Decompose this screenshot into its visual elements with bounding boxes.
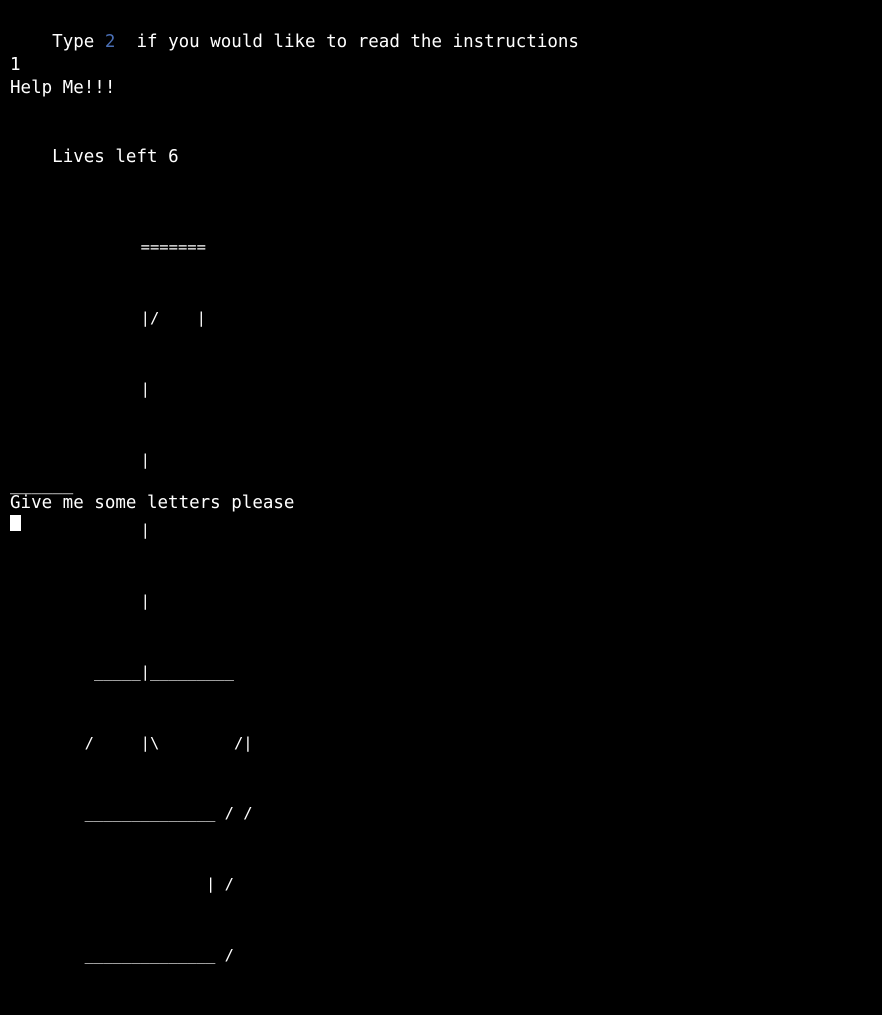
prompt-text-after: if you would like to read the instructio… (115, 32, 579, 52)
lives-left-line: Lives left 6 (10, 123, 178, 167)
art-line: | (10, 592, 150, 611)
art-line: ______________ / / (10, 804, 253, 823)
art-line: ______________ / (10, 946, 234, 964)
lives-count: 6 (168, 147, 179, 167)
art-line: | (10, 379, 150, 398)
art-line: | (10, 450, 150, 469)
user-input-echo: 1 (10, 55, 21, 75)
lives-label: Lives left (52, 147, 169, 167)
prompt-option-number: 2 (104, 32, 116, 52)
art-line: / |\ /| (10, 733, 253, 752)
art-line: |/ | (10, 308, 206, 327)
terminal-window[interactable]: Type 2 if you would like to read the ins… (10, 0, 882, 964)
hangman-gallows-art: ======= |/ | | | | | _____|_________ / |… (10, 189, 253, 1015)
art-line: | (10, 521, 150, 540)
terminal-cursor[interactable] (10, 515, 21, 531)
prompt-text-before: Type (52, 32, 105, 52)
art-line: | / (10, 875, 234, 894)
instructions-prompt: Type 2 if you would like to read the ins… (10, 8, 579, 52)
help-message: Help Me!!! (10, 78, 116, 98)
art-line: ======= (10, 238, 206, 257)
letters-request: Give me some letters please (10, 493, 295, 513)
art-line: _____|_________ (10, 662, 234, 681)
